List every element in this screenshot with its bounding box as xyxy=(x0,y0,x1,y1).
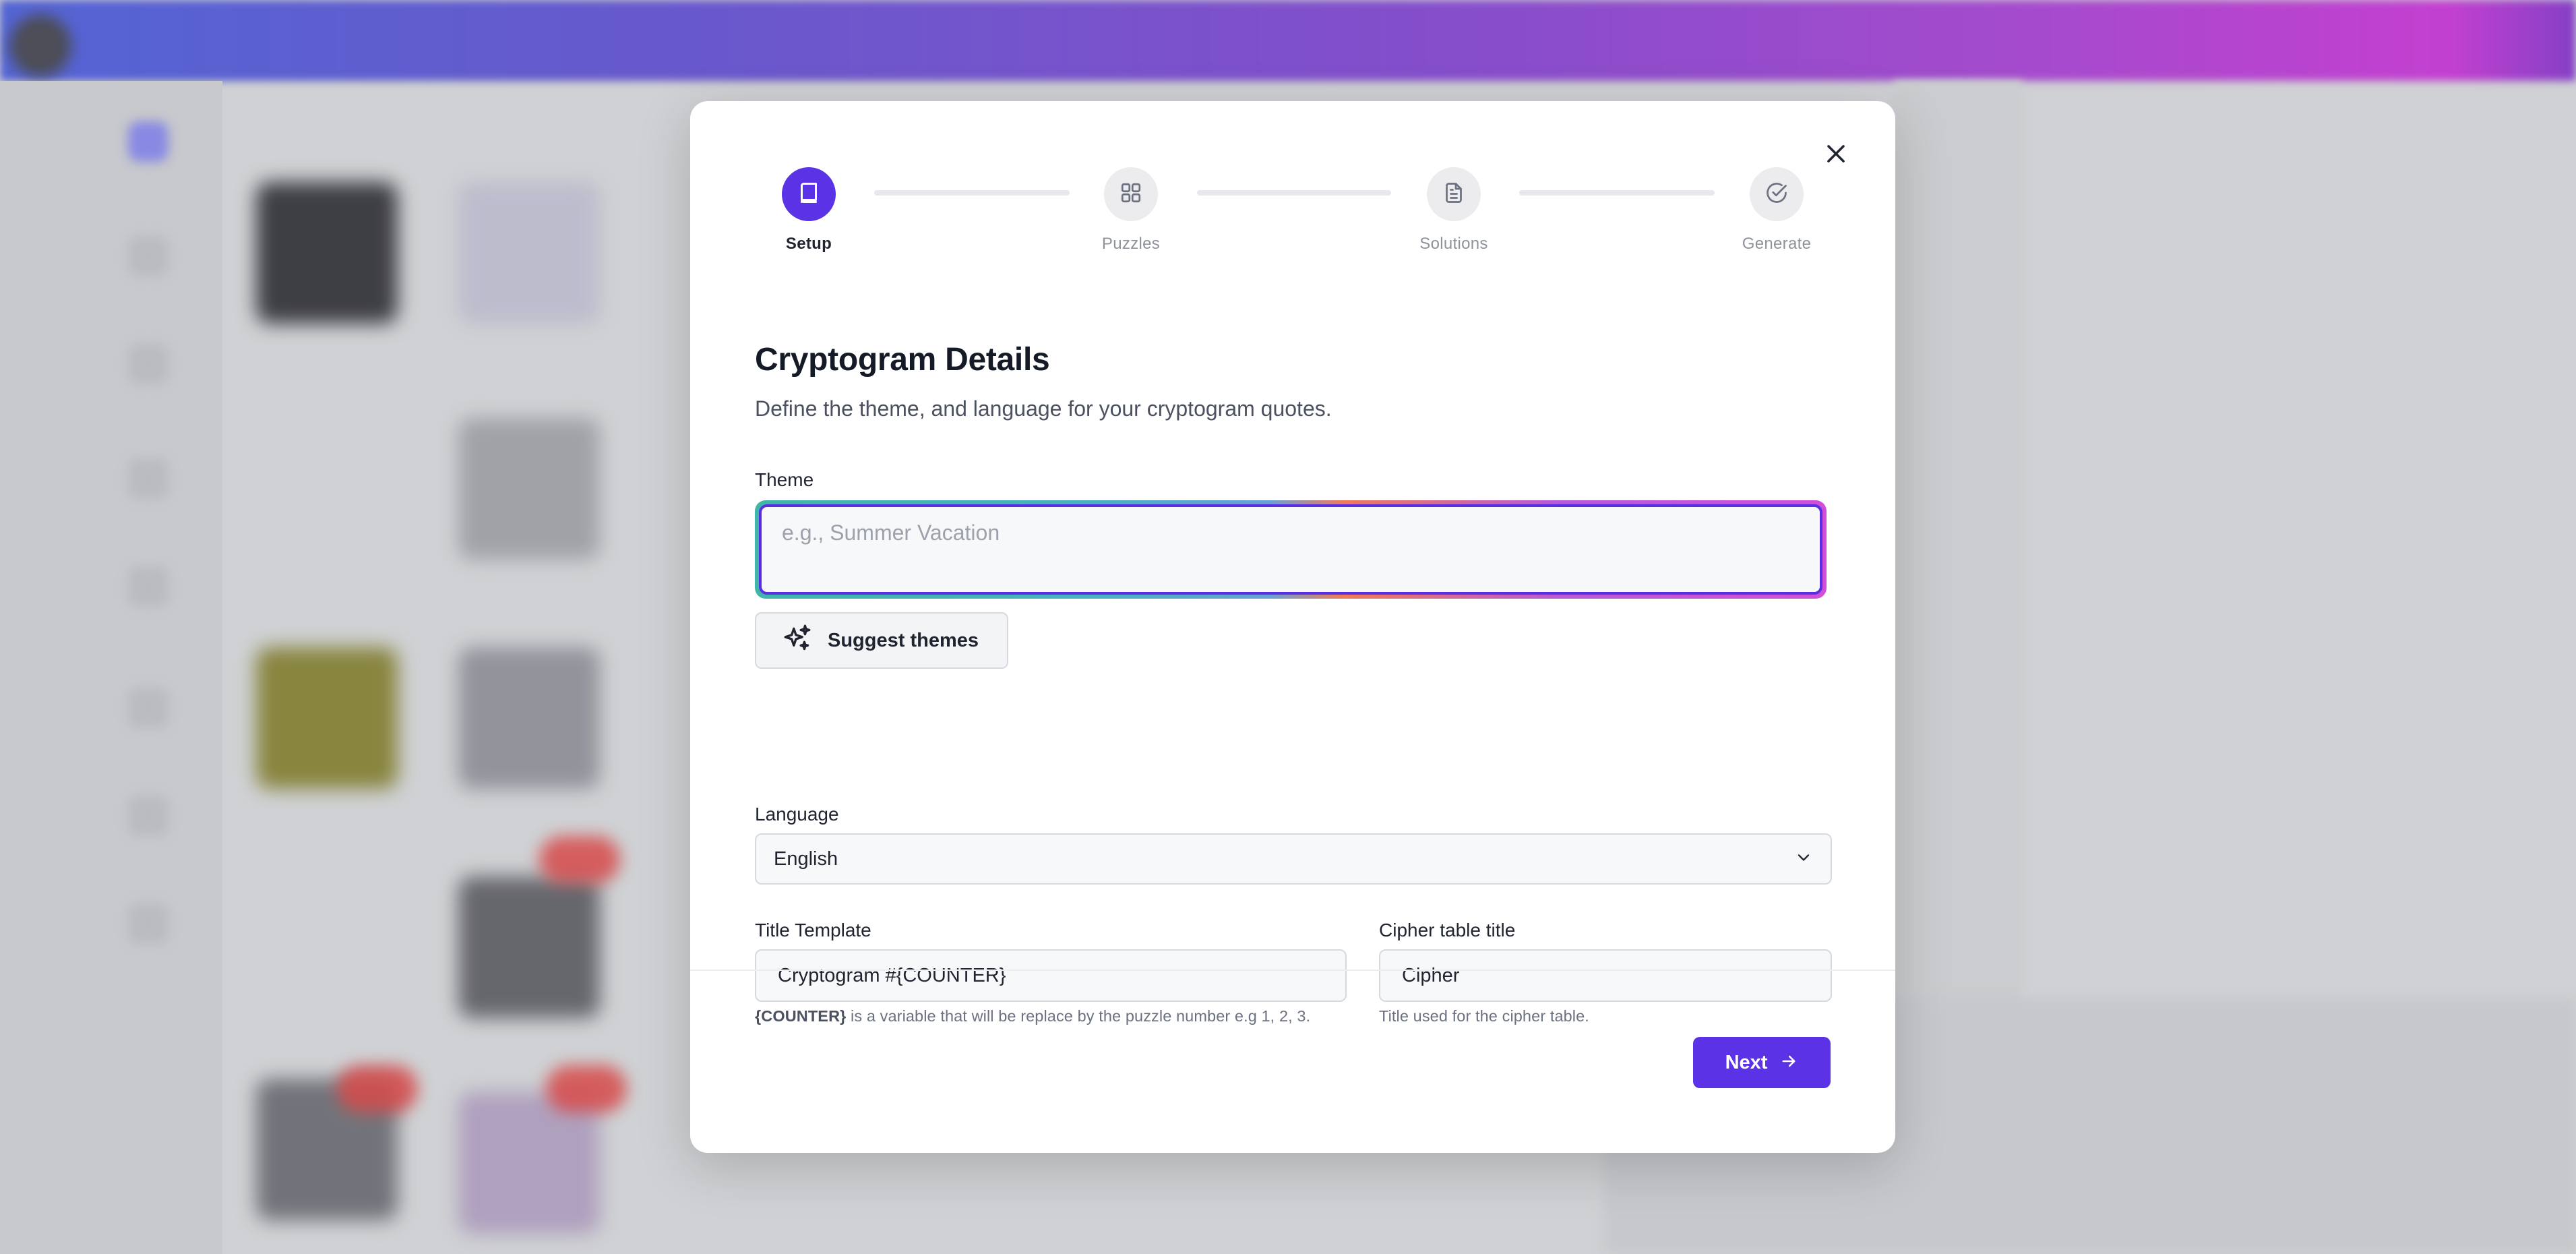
suggest-themes-button[interactable]: Suggest themes xyxy=(755,612,1008,669)
title-template-helper-text: is a variable that will be replace by th… xyxy=(846,1007,1311,1025)
title-template-label: Title Template xyxy=(755,920,871,940)
wizard-stepper: Setup Puzzles Solutions Generate xyxy=(690,167,1895,262)
step-label: Puzzles xyxy=(1101,235,1161,253)
grid-icon xyxy=(1119,181,1143,208)
step-circle xyxy=(1750,167,1804,221)
cipher-title-helper: Title used for the cipher table. xyxy=(1379,1007,1589,1025)
cipher-title-value: Cipher xyxy=(1402,964,1460,986)
step-connector xyxy=(1197,190,1391,196)
page-title: Cryptogram Details xyxy=(755,342,1050,378)
check-circle-icon xyxy=(1765,181,1789,208)
next-button-label: Next xyxy=(1725,1051,1768,1073)
title-template-helper: {COUNTER} is a variable that will be rep… xyxy=(755,1007,1310,1025)
chevron-down-icon xyxy=(1794,848,1813,870)
step-generate[interactable]: Generate xyxy=(1703,167,1851,253)
title-template-value: Cryptogram #{COUNTER} xyxy=(778,964,1006,986)
step-circle xyxy=(1104,167,1158,221)
step-puzzles[interactable]: Puzzles xyxy=(1057,167,1205,253)
step-connector xyxy=(1519,190,1715,196)
step-solutions[interactable]: Solutions xyxy=(1380,167,1528,253)
book-icon xyxy=(797,181,821,208)
step-connector xyxy=(874,190,1070,196)
next-button[interactable]: Next xyxy=(1693,1037,1831,1088)
sparkles-icon xyxy=(780,622,814,659)
step-label: Solutions xyxy=(1419,235,1488,253)
cryptogram-wizard-modal: Setup Puzzles Solutions Generate Cryptog… xyxy=(690,101,1895,1153)
step-label: Setup xyxy=(785,235,832,253)
page-description: Define the theme, and language for your … xyxy=(755,396,1332,421)
step-setup[interactable]: Setup xyxy=(735,167,883,253)
counter-variable: {COUNTER} xyxy=(755,1007,847,1025)
theme-field-frame xyxy=(755,500,1827,599)
close-icon[interactable] xyxy=(1823,141,1849,170)
step-circle xyxy=(1427,167,1481,221)
theme-label: Theme xyxy=(755,469,814,490)
title-template-input[interactable]: Cryptogram #{COUNTER} xyxy=(755,949,1347,1002)
document-icon xyxy=(1442,181,1466,208)
language-selected-value: English xyxy=(774,847,838,870)
cipher-title-label: Cipher table title xyxy=(1379,920,1516,940)
step-circle xyxy=(782,167,836,221)
suggest-themes-label: Suggest themes xyxy=(828,629,979,651)
cipher-title-input[interactable]: Cipher xyxy=(1379,949,1832,1002)
theme-input[interactable] xyxy=(759,504,1822,595)
arrow-right-icon xyxy=(1779,1052,1798,1074)
language-label: Language xyxy=(755,804,839,825)
footer-divider xyxy=(690,969,1895,971)
language-select[interactable]: English xyxy=(755,833,1832,885)
step-label: Generate xyxy=(1742,235,1812,253)
